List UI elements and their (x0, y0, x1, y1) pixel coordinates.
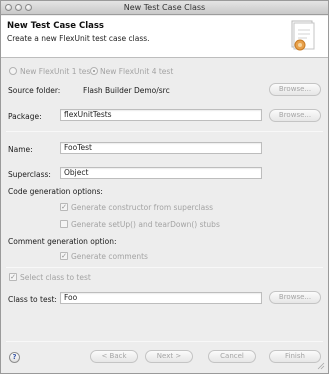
superclass-label: Superclass: (8, 170, 51, 179)
package-input[interactable]: flexUnitTests (60, 109, 262, 121)
separator (6, 341, 323, 342)
class-to-test-browse-button[interactable]: Browse... (269, 291, 321, 304)
flexunit1-radio[interactable] (9, 67, 17, 75)
wizard-header: New Test Case Class Create a new FlexUni… (1, 16, 328, 58)
source-folder-browse-button[interactable]: Browse... (269, 83, 321, 96)
separator (6, 131, 323, 132)
generate-setup-checkbox[interactable] (60, 220, 68, 228)
wizard-title: New Test Case Class (7, 21, 104, 31)
wizard-description: Create a new FlexUnit test case class. (7, 34, 150, 43)
resize-grip-icon[interactable] (317, 362, 325, 370)
generate-comments-label: Generate comments (71, 252, 148, 261)
title-bar[interactable]: New Test Case Class (1, 1, 328, 15)
generate-constructor-label: Generate constructor from superclass (71, 203, 214, 212)
code-generation-label: Code generation options: (8, 187, 103, 196)
generate-constructor-checkbox[interactable]: ✓ (60, 203, 68, 211)
generate-comments-checkbox[interactable]: ✓ (60, 252, 68, 260)
flexunit4-radio[interactable] (90, 67, 98, 75)
select-class-label: Select class to test (20, 273, 91, 282)
name-label: Name: (8, 145, 33, 154)
next-button[interactable]: Next > (145, 350, 193, 363)
superclass-input[interactable]: Object (60, 167, 262, 179)
new-class-wizard-icon (291, 20, 315, 51)
flexunit1-label: New FlexUnit 1 test (20, 67, 94, 76)
class-to-test-input[interactable]: Foo (60, 292, 262, 304)
finish-button[interactable]: Finish (269, 350, 321, 363)
name-input[interactable]: FooTest (60, 142, 262, 154)
class-to-test-label: Class to test: (8, 295, 57, 304)
cancel-button[interactable]: Cancel (208, 350, 256, 363)
back-button[interactable]: < Back (90, 350, 138, 363)
source-folder-value: Flash Builder Demo/src (83, 86, 170, 95)
select-class-checkbox[interactable]: ✓ (9, 273, 17, 281)
package-browse-button[interactable]: Browse... (269, 109, 321, 122)
source-folder-label: Source folder: (8, 86, 61, 95)
generate-setup-label: Generate setUp() and tearDown() stubs (71, 220, 220, 229)
window-title: New Test Case Class (123, 3, 206, 12)
flexunit4-label: New FlexUnit 4 test (100, 67, 174, 76)
separator (6, 267, 323, 268)
dialog-window: New Test Case Class New Test Case Class … (0, 0, 329, 374)
help-icon[interactable]: ? (9, 352, 20, 363)
comment-generation-label: Comment generation option: (8, 237, 117, 246)
package-label: Package: (8, 112, 42, 121)
